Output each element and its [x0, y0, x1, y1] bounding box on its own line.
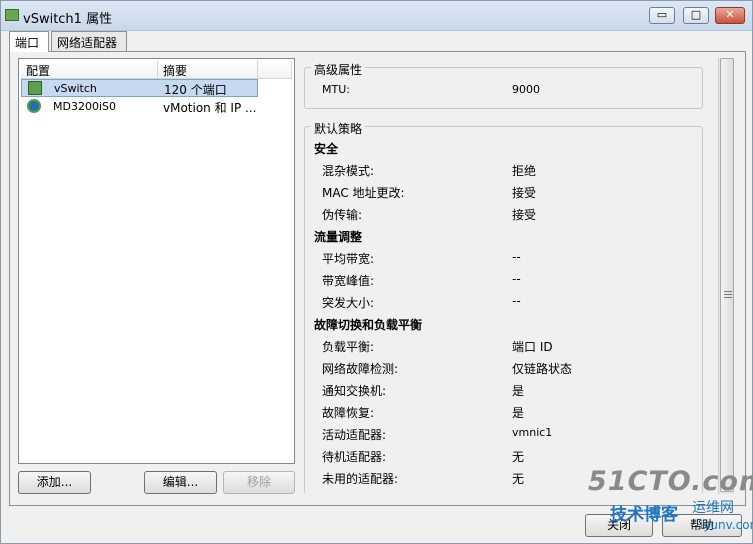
window-title: vSwitch1 属性 — [23, 12, 113, 27]
watermark-url: iyunv.com — [700, 518, 753, 532]
remove-button[interactable]: 移除 — [223, 471, 295, 494]
watermark-site: 51CTO.com — [588, 466, 753, 497]
list-item-summary: 120 个端口 — [164, 83, 227, 97]
failure-detection-label: 网络故障检测: — [322, 362, 399, 376]
notify-switches-value: 是 — [512, 384, 525, 398]
failover-heading: 故障切换和负载平衡 — [314, 318, 423, 332]
forged-transmits-label: 伪传输: — [322, 208, 363, 222]
list-item-config: vSwitch — [54, 82, 97, 95]
list-item-config: MD3200iS0 — [53, 100, 116, 113]
title-bar[interactable]: vSwitch1 属性 ▭ □ ✕ — [1, 1, 752, 31]
failback-label: 故障恢复: — [322, 406, 375, 420]
close-window-button[interactable]: ✕ — [715, 7, 745, 24]
peak-bandwidth-label: 带宽峰值: — [322, 274, 375, 288]
network-icon — [27, 99, 41, 113]
load-balancing-value: 端口 ID — [512, 340, 553, 354]
notify-switches-label: 通知交换机: — [322, 384, 387, 398]
grip-icon — [724, 291, 732, 298]
average-bandwidth-label: 平均带宽: — [322, 252, 375, 266]
peak-bandwidth-value: -- — [512, 272, 521, 286]
burst-size-value: -- — [512, 294, 521, 308]
list-header: 配置 摘要 — [21, 61, 292, 79]
mac-change-value: 接受 — [512, 186, 537, 200]
list-item-md3200[interactable]: MD3200iS0 vMotion 和 IP ... — [21, 98, 258, 116]
standby-adapters-value: 无 — [512, 450, 525, 464]
average-bandwidth-value: -- — [512, 250, 521, 264]
forged-transmits-value: 接受 — [512, 208, 537, 222]
mtu-value: 9000 — [512, 83, 540, 96]
promiscuous-mode-label: 混杂模式: — [322, 164, 375, 178]
vswitch-window-icon — [5, 9, 19, 21]
minimize-button[interactable]: ▭ — [649, 7, 675, 24]
unused-adapters-value: 无 — [512, 472, 525, 486]
list-item-summary: vMotion 和 IP ... — [163, 101, 257, 115]
properties-scrollbar[interactable] — [718, 58, 734, 494]
tab-network-adapters[interactable]: 网络适配器 — [51, 31, 127, 51]
watermark-slogan: 技术博客 — [610, 505, 678, 525]
failure-detection-value: 仅链路状态 — [512, 362, 573, 376]
active-adapters-value: vmnic1 — [512, 426, 553, 439]
maximize-button[interactable]: □ — [683, 7, 709, 24]
column-header-config[interactable]: 配置 — [21, 61, 158, 79]
promiscuous-mode-value: 拒绝 — [512, 164, 537, 178]
vswitch-icon — [28, 81, 42, 95]
security-heading: 安全 — [314, 142, 339, 156]
column-header-filler — [258, 61, 292, 79]
watermark: 51CTO.com 技术博客 运维网 iyunv.com — [580, 466, 753, 544]
list-item-vswitch[interactable]: vSwitch 120 个端口 — [21, 79, 258, 97]
mtu-label: MTU: — [322, 83, 350, 96]
advanced-properties-title: 高级属性 — [311, 61, 366, 78]
add-button[interactable]: 添加... — [18, 471, 91, 494]
scrollbar-thumb[interactable] — [720, 58, 734, 492]
watermark-extra: 运维网 — [692, 500, 734, 516]
burst-size-label: 突发大小: — [322, 296, 375, 310]
failback-value: 是 — [512, 406, 525, 420]
load-balancing-label: 负载平衡: — [322, 340, 375, 354]
unused-adapters-label: 未用的适配器: — [322, 472, 399, 486]
tab-ports[interactable]: 端口 — [9, 31, 49, 52]
traffic-shaping-heading: 流量调整 — [314, 230, 363, 244]
default-policy-title: 默认策略 — [311, 120, 366, 137]
mac-change-label: MAC 地址更改: — [322, 186, 405, 200]
column-header-summary[interactable]: 摘要 — [158, 61, 258, 79]
port-config-list[interactable]: 配置 摘要 vSwitch 120 个端口 MD3200iS0 vMotion … — [18, 58, 295, 464]
active-adapters-label: 活动适配器: — [322, 428, 387, 442]
edit-button[interactable]: 编辑... — [144, 471, 217, 494]
standby-adapters-label: 待机适配器: — [322, 450, 387, 464]
